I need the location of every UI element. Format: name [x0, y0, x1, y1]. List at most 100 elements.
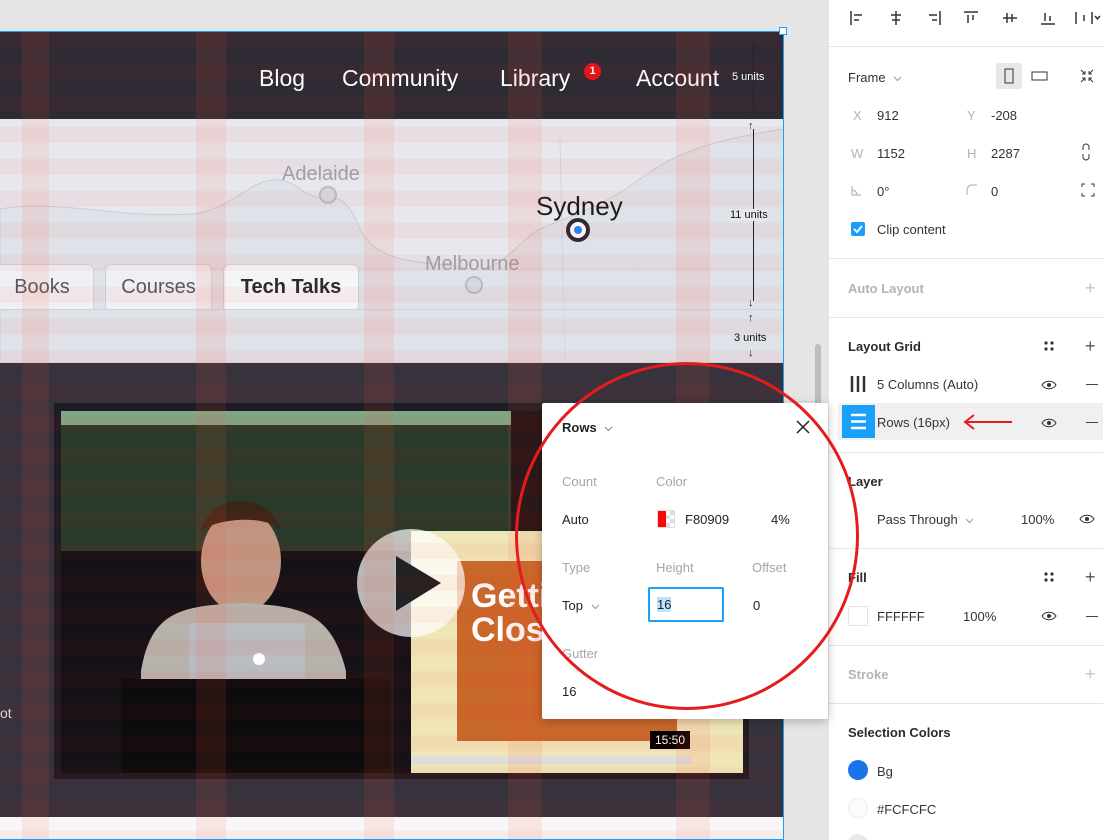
section-divider	[829, 317, 1103, 318]
portrait-icon	[1004, 68, 1014, 84]
layout-grid-title: Layout Grid	[848, 339, 921, 354]
chevron-down-icon	[893, 76, 902, 82]
grid-item-columns[interactable]: 5 Columns (Auto)	[877, 377, 978, 392]
remove-grid-minus-icon[interactable]	[1086, 384, 1098, 385]
align-top-icon[interactable]	[961, 8, 981, 28]
height-input[interactable]: 2287	[991, 146, 1020, 161]
remove-grid-minus-icon[interactable]	[1086, 422, 1098, 423]
tab-books[interactable]: Books	[0, 264, 94, 310]
nav-link-community[interactable]: Community	[342, 65, 458, 92]
selection-color-label-fcfcfc[interactable]: #FCFCFC	[877, 802, 936, 817]
nav-link-blog[interactable]: Blog	[259, 65, 305, 92]
nav-link-account[interactable]: Account	[636, 65, 719, 92]
x-input[interactable]: 912	[877, 108, 899, 123]
frame-type-dropdown[interactable]: Frame	[848, 70, 902, 85]
grid-item-rows[interactable]: Rows (16px)	[877, 415, 950, 430]
adelaide-marker	[319, 186, 337, 204]
stroke-title: Stroke	[848, 667, 889, 682]
close-icon[interactable]	[793, 417, 813, 437]
section-divider	[829, 703, 1103, 704]
eye-icon[interactable]	[1079, 514, 1095, 524]
clip-content-label: Clip content	[877, 222, 946, 237]
chevron-down-icon	[604, 426, 613, 432]
portrait-toggle[interactable]	[996, 63, 1022, 89]
add-auto-layout-plus-icon[interactable]: +	[1085, 279, 1096, 297]
grid-type-dropdown[interactable]: Rows	[562, 420, 613, 435]
count-value[interactable]: Auto	[562, 512, 589, 527]
site-navbar: Blog Community Library 1 Account	[0, 31, 784, 119]
grid-styles-icon[interactable]	[1043, 340, 1055, 352]
clip-content-checkbox[interactable]	[851, 222, 865, 236]
auto-layout-title: Auto Layout	[848, 281, 924, 296]
fill-styles-icon[interactable]	[1043, 571, 1055, 583]
y-label: Y	[967, 108, 976, 123]
landscape-icon[interactable]	[1029, 66, 1051, 86]
add-layout-grid-plus-icon[interactable]: +	[1085, 337, 1096, 355]
w-label: W	[851, 146, 864, 161]
fill-hex-input[interactable]: FFFFFF	[877, 609, 925, 624]
sydney-location-pin-icon	[566, 218, 590, 242]
page-bottom-band	[0, 817, 784, 840]
add-stroke-plus-icon[interactable]: +	[1085, 665, 1096, 683]
rows-grid-icon[interactable]	[842, 405, 875, 438]
width-input[interactable]: 1152	[877, 146, 905, 161]
melbourne-marker	[465, 276, 483, 294]
selection-colors-title: Selection Colors	[848, 725, 951, 740]
type-dropdown[interactable]: Top	[562, 598, 600, 613]
gutter-input[interactable]: 16	[562, 684, 576, 699]
measure-arrow-up-icon: ↑	[748, 312, 754, 324]
remove-fill-minus-icon[interactable]	[1086, 616, 1098, 617]
grid-color-opacity[interactable]: 4%	[771, 512, 790, 527]
measure-label-top: 5 units	[732, 71, 765, 83]
measure-arrow-up-icon: ↑	[748, 120, 754, 132]
align-horizontal-center-icon[interactable]	[886, 8, 906, 28]
height-input[interactable]: 16	[648, 587, 724, 622]
grid-color-swatch[interactable]	[657, 510, 675, 528]
align-right-icon[interactable]	[924, 8, 944, 28]
section-divider	[829, 548, 1103, 549]
eye-icon[interactable]	[1041, 418, 1057, 428]
red-annotation-arrow-icon	[963, 414, 1012, 430]
frame-resize-handle[interactable]	[779, 27, 787, 35]
rows-grid-settings-popover: Rows Count Color Auto F80909 4% Type Hei…	[542, 403, 828, 719]
selection-color-swatch-bg[interactable]	[848, 760, 868, 780]
rotation-icon	[851, 186, 861, 196]
color-label: Color	[656, 474, 688, 489]
add-fill-plus-icon[interactable]: +	[1085, 568, 1096, 586]
truncated-caption-text: ot	[0, 705, 12, 721]
grid-color-hex[interactable]: F80909	[685, 512, 729, 527]
constrain-proportions-icon[interactable]	[1080, 143, 1092, 161]
section-divider	[829, 258, 1103, 259]
layer-title: Layer	[848, 474, 883, 489]
measure-arrow-up-icon: ↑	[748, 35, 754, 47]
fill-color-swatch[interactable]	[848, 606, 868, 626]
align-left-icon[interactable]	[847, 8, 867, 28]
align-vertical-center-icon[interactable]	[1000, 8, 1020, 28]
resize-to-fit-icon[interactable]	[1077, 66, 1097, 86]
corner-radius-input[interactable]: 0	[991, 184, 998, 199]
map-city-melbourne: Melbourne	[425, 253, 520, 275]
checkmark-icon	[853, 225, 863, 234]
eye-icon[interactable]	[1041, 611, 1057, 621]
chevron-down-icon	[591, 604, 599, 610]
layer-opacity-input[interactable]: 100%	[1021, 512, 1054, 527]
x-label: X	[853, 108, 862, 123]
tab-tech-talks[interactable]: Tech Talks	[223, 264, 359, 310]
align-bottom-icon[interactable]	[1038, 8, 1058, 28]
independent-corners-icon[interactable]	[1081, 183, 1095, 197]
fill-opacity-input[interactable]: 100%	[963, 609, 996, 624]
y-input[interactable]: -208	[991, 108, 1017, 123]
tab-courses[interactable]: Courses	[105, 264, 212, 310]
distribute-spacing-icon[interactable]	[1073, 8, 1101, 28]
offset-input[interactable]: 0	[753, 598, 760, 613]
selection-color-swatch-fcfcfc[interactable]	[848, 798, 868, 818]
h-label: H	[967, 146, 977, 161]
nav-link-library[interactable]: Library	[500, 65, 570, 92]
blend-mode-dropdown[interactable]: Pass Through	[877, 512, 974, 527]
columns-grid-icon[interactable]	[849, 375, 867, 393]
rotation-input[interactable]: 0°	[877, 184, 889, 199]
measure-label-bottom: 3 units	[734, 332, 767, 344]
eye-icon[interactable]	[1041, 380, 1057, 390]
selection-color-label-bg[interactable]: Bg	[877, 764, 893, 779]
selection-color-swatch-partial[interactable]	[848, 834, 868, 840]
